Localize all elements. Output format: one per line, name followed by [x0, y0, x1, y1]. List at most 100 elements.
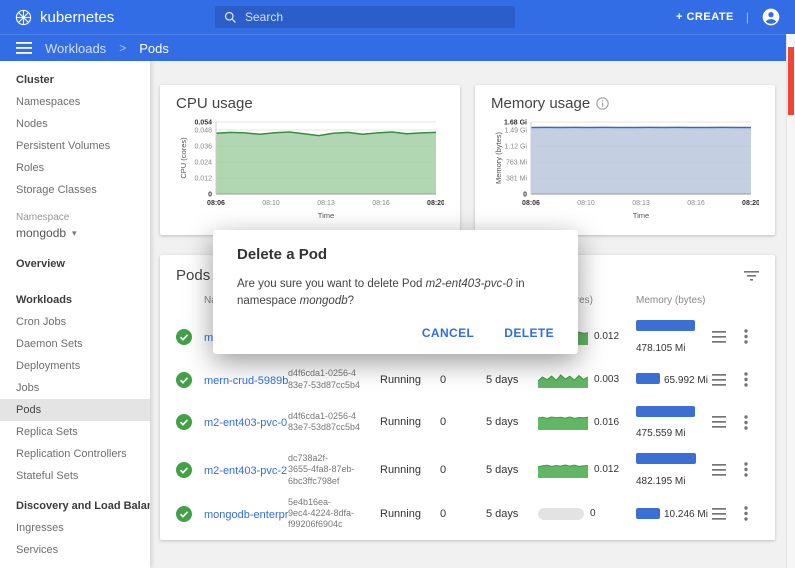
- pod-row-actions: [712, 415, 772, 430]
- sidebar-item-services[interactable]: Services: [0, 539, 150, 561]
- table-row: mongodb-enterprise-o5e4b16ea-9ec4-4224-8…: [160, 494, 775, 534]
- sidebar-item-replication-controllers[interactable]: Replication Controllers: [0, 443, 150, 465]
- create-button[interactable]: + CREATE: [676, 11, 734, 23]
- memory-usage-chart: 0381 Mi763 Mi1.12 Gi1.49 Gi1.68 Gi08:060…: [491, 114, 759, 224]
- pod-node-line: 3655-4fa8-87eb-: [288, 464, 380, 475]
- filter-icon[interactable]: [744, 270, 759, 282]
- pod-memory-cell: 65.992 Mi: [636, 369, 712, 390]
- svg-text:0.024: 0.024: [194, 160, 212, 167]
- search-input[interactable]: [245, 10, 507, 24]
- sidebar-item-overview[interactable]: Overview: [0, 247, 150, 281]
- dialog-pod-name: m2-ent403-pvc-0: [426, 278, 513, 290]
- svg-text:0: 0: [523, 192, 527, 199]
- memory-value: 65.992 Mi: [664, 375, 708, 386]
- sidebar-item-cron-jobs[interactable]: Cron Jobs: [0, 311, 150, 333]
- svg-text:08:06: 08:06: [522, 200, 540, 207]
- page-scrollbar[interactable]: [786, 34, 795, 568]
- table-row: m2-ent403-pvc-2dc738a2f-3655-4fa8-87eb-6…: [160, 446, 775, 494]
- pod-cpu-cell: 0.012: [538, 462, 636, 478]
- user-account-icon[interactable]: [761, 7, 781, 27]
- sidebar-item-stateful-sets[interactable]: Stateful Sets: [0, 465, 150, 487]
- svg-text:Time: Time: [318, 211, 334, 220]
- breadcrumb-parent[interactable]: Workloads: [45, 41, 106, 56]
- more-options-icon[interactable]: [744, 506, 748, 521]
- sidebar-item-storage-classes[interactable]: Storage Classes: [0, 179, 150, 201]
- memory-value: 475.559 Mi: [636, 428, 685, 439]
- logs-menu-icon[interactable]: [712, 508, 726, 520]
- sidebar-item-namespaces[interactable]: Namespaces: [0, 91, 150, 113]
- table-row: m2-ent403-pvc-0d4f6cda1-0256-483e7-53d87…: [160, 399, 775, 447]
- memory-value: 478.105 Mi: [636, 343, 685, 354]
- pod-memory-cell: 482.195 Mi: [636, 449, 712, 491]
- more-options-icon[interactable]: [744, 372, 748, 387]
- logs-menu-icon[interactable]: [712, 374, 726, 386]
- pod-status: Running: [380, 508, 440, 520]
- status-ok-icon: [176, 414, 204, 430]
- sidebar-item-daemon-sets[interactable]: Daemon Sets: [0, 333, 150, 355]
- cpu-sparkline-chart: [538, 372, 588, 388]
- sidebar-item-nodes[interactable]: Nodes: [0, 113, 150, 135]
- pod-memory-cell: 10.246 Mi: [636, 503, 712, 524]
- usage-charts-row: CPU usage 00.0120.0240.0360.0480.05408:0…: [160, 85, 775, 235]
- cpu-usage-chart: 00.0120.0240.0360.0480.05408:0608:1008:1…: [176, 114, 444, 224]
- sidebar-nav: ClusterNamespacesNodesPersistent Volumes…: [0, 61, 150, 568]
- svg-text:0.012: 0.012: [194, 176, 212, 183]
- pod-name-link[interactable]: m2-ent403-pvc-0: [204, 417, 287, 429]
- cpu-value: 0.012: [594, 331, 619, 342]
- table-row: mern-crud-5989b8bb4d4f6cda1-0256-483e7-5…: [160, 361, 775, 399]
- svg-text:08:20: 08:20: [742, 200, 759, 207]
- sidebar-item-replica-sets[interactable]: Replica Sets: [0, 421, 150, 443]
- sidebar-item-pods[interactable]: Pods: [0, 399, 150, 421]
- more-options-icon[interactable]: [744, 415, 748, 430]
- more-options-icon[interactable]: [744, 329, 748, 344]
- logs-menu-icon[interactable]: [712, 464, 726, 476]
- cpu-empty-bar: [538, 508, 584, 520]
- svg-text:1.68 Gi: 1.68 Gi: [504, 120, 527, 127]
- pod-age: 5 days: [486, 374, 538, 386]
- cpu-value: 0.003: [594, 374, 619, 385]
- sidebar-item-roles[interactable]: Roles: [0, 157, 150, 179]
- pod-status: Running: [380, 416, 440, 428]
- brand[interactable]: kubernetes: [14, 8, 114, 27]
- delete-button[interactable]: DELETE: [504, 326, 554, 340]
- pod-name-link[interactable]: mongodb-enterprise-o: [204, 509, 288, 521]
- memory-usage-bar: [636, 373, 660, 384]
- pod-row-actions: [712, 462, 772, 477]
- sidebar-item-deployments[interactable]: Deployments: [0, 355, 150, 377]
- cpu-sparkline-chart: [538, 462, 588, 478]
- more-options-icon[interactable]: [744, 462, 748, 477]
- pod-restarts: 0: [440, 374, 486, 386]
- brand-name: kubernetes: [40, 9, 114, 26]
- scrollbar-thumb[interactable]: [788, 47, 794, 115]
- pod-node-line: 9ec4-4224-8dfa-: [288, 508, 380, 519]
- sidebar-item-jobs[interactable]: Jobs: [0, 377, 150, 399]
- info-icon[interactable]: [596, 97, 609, 110]
- menu-hamburger-icon[interactable]: [16, 42, 32, 54]
- cancel-button[interactable]: CANCEL: [422, 326, 474, 340]
- memory-usage-card: Memory usage 0381 Mi763 Mi1.12 Gi1.49 Gi…: [475, 85, 775, 235]
- logs-menu-icon[interactable]: [712, 331, 726, 343]
- logs-menu-icon[interactable]: [712, 416, 726, 428]
- pod-name-cell: mern-crud-5989b8bb4: [204, 371, 288, 389]
- search-icon: [223, 10, 238, 25]
- pod-node-line: dc738a2f-: [288, 453, 380, 464]
- cpu-value: 0: [590, 508, 596, 519]
- sidebar-section-discovery-and-load-balancing: Discovery and Load Balancing: [0, 487, 150, 517]
- status-ok-icon: [176, 462, 204, 478]
- col-header-memory[interactable]: Memory (bytes): [636, 294, 712, 307]
- sidebar-item-persistent-volumes[interactable]: Persistent Volumes: [0, 135, 150, 157]
- pod-restarts: 0: [440, 464, 486, 476]
- svg-text:0.048: 0.048: [194, 128, 212, 135]
- pod-row-actions: [712, 329, 772, 344]
- namespace-selector[interactable]: mongodb▾: [0, 224, 150, 247]
- sidebar-item-ingresses[interactable]: Ingresses: [0, 517, 150, 539]
- pod-name-link[interactable]: m2-ent403-pvc-2: [204, 465, 287, 477]
- pod-name-link[interactable]: mern-crud-5989b8bb4: [204, 375, 288, 387]
- pod-node-cell: 5e4b16ea-9ec4-4224-8dfa-f99206f6904c: [288, 497, 380, 531]
- pod-node-line: 83e7-53d87cc5b4: [288, 380, 380, 391]
- svg-text:Time: Time: [633, 211, 649, 220]
- sidebar-section-config-and-storage: Config and Storage: [0, 561, 150, 568]
- search-bar[interactable]: [215, 6, 515, 28]
- memory-usage-bar: [636, 453, 696, 464]
- status-ok-icon: [176, 506, 204, 522]
